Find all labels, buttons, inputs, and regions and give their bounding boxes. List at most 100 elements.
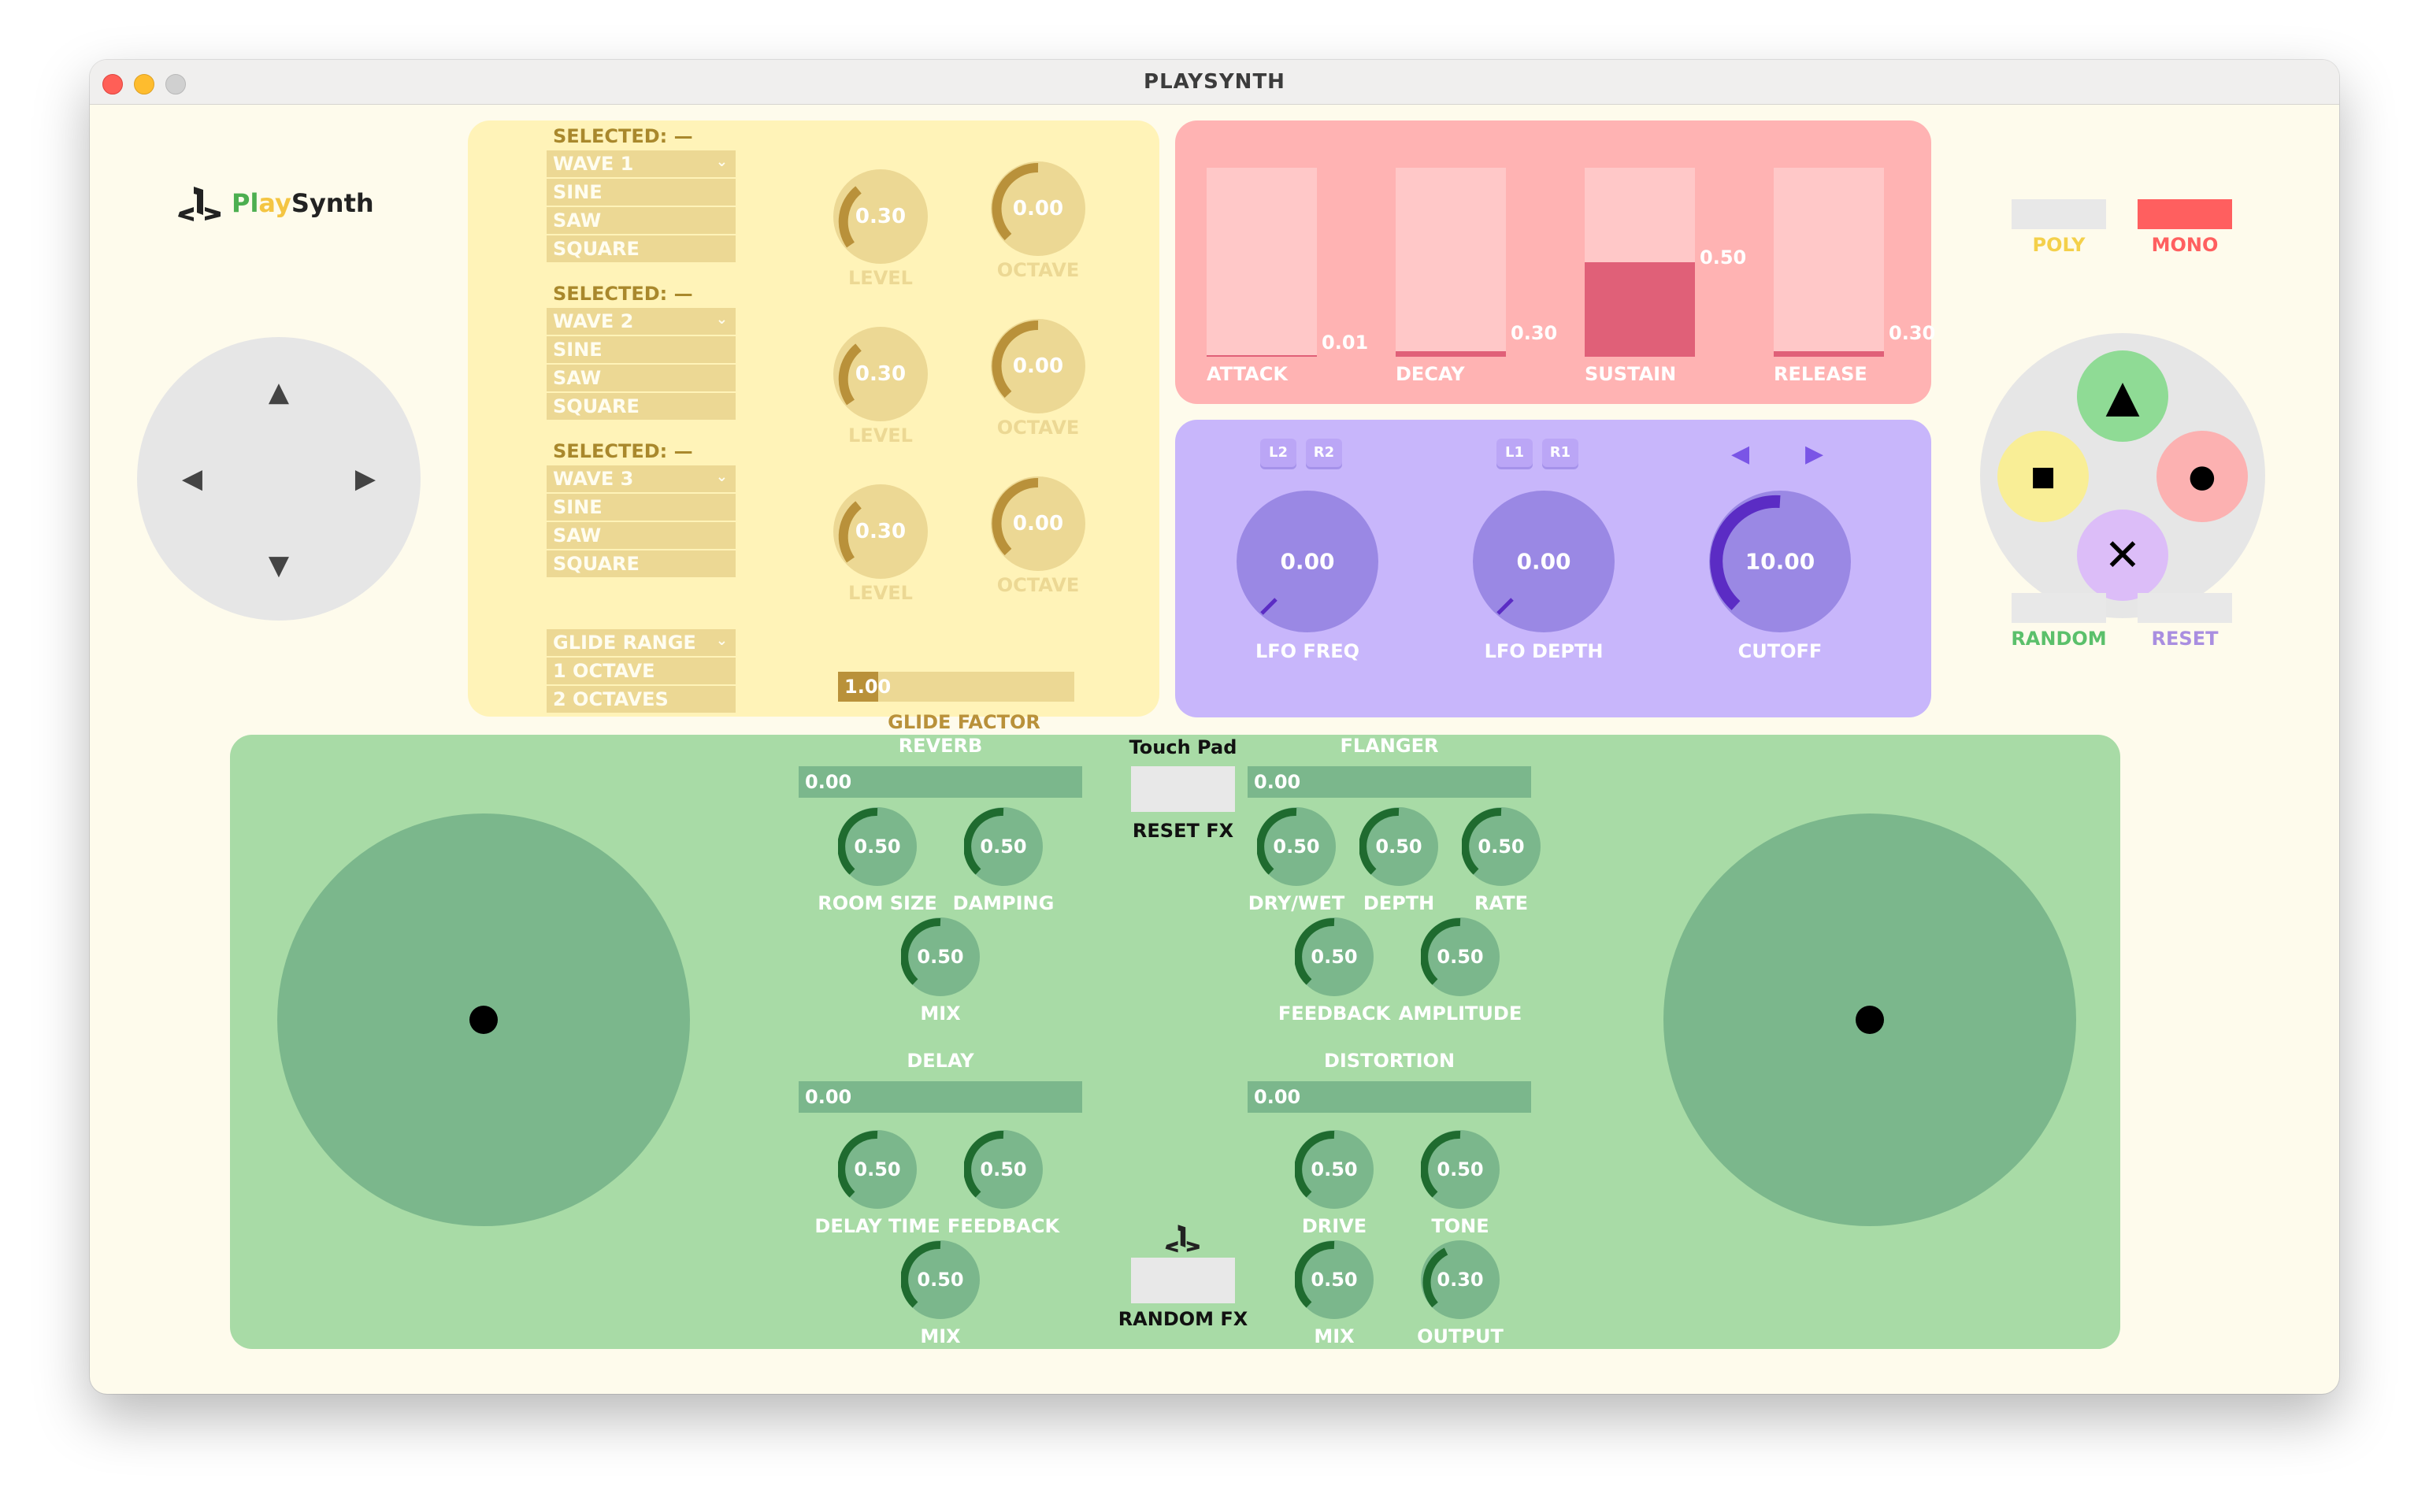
right-arrow-icon: ▶ (354, 463, 376, 495)
distortion-mix-value: 0.50 (1311, 1269, 1358, 1291)
damping-value: 0.50 (980, 836, 1027, 858)
random-button[interactable] (2012, 593, 2106, 623)
osc1-wave-header[interactable]: WAVE 1 ⌄ (547, 150, 736, 179)
lfo-freq-value: 0.00 (1280, 548, 1335, 575)
osc2-wave-select[interactable]: WAVE 2 ⌄ SINE SAW SQUARE (547, 308, 736, 421)
release-fill (1774, 350, 1884, 357)
left-arrow-icon: ◀ (1731, 440, 1750, 468)
sustain-slider[interactable] (1585, 168, 1695, 357)
osc2-wave-header[interactable]: WAVE 2 ⌄ (547, 308, 736, 336)
mono-button[interactable] (2138, 199, 2232, 229)
glide-range-select[interactable]: GLIDE RANGE ⌄ 1 OCTAVE 2 OCTAVES (547, 629, 736, 714)
osc2-option-saw[interactable]: SAW (547, 365, 736, 393)
reverb-mix-knob[interactable]: 0.50 (901, 917, 980, 996)
reverb-slider[interactable]: 0.00 (799, 766, 1082, 798)
flanger-rate-knob[interactable]: 0.50 (1462, 807, 1541, 886)
delay-mix-label: MIX (920, 1325, 961, 1347)
face-buttons: ▲ ■ ● ✕ (1980, 333, 2265, 618)
reset-fx-button[interactable] (1131, 766, 1235, 812)
flanger-slider[interactable]: 0.00 (1248, 766, 1531, 798)
l1-button[interactable]: L1 (1496, 439, 1533, 467)
square-button[interactable]: ■ (1997, 431, 2089, 522)
delay-feedback-knob[interactable]: 0.50 (964, 1130, 1043, 1209)
lfo-freq-knob[interactable]: 0.00 (1237, 491, 1378, 632)
delay-mix-knob[interactable]: 0.50 (901, 1240, 980, 1319)
cutoff-value: 10.00 (1745, 548, 1815, 575)
random-fx-button[interactable] (1131, 1258, 1235, 1303)
dpad-left-button[interactable]: ◀ (169, 455, 216, 502)
cross-button[interactable]: ✕ (2077, 510, 2168, 601)
lfo-depth-knob[interactable]: 0.00 (1473, 491, 1615, 632)
flanger-title: FLANGER (1340, 735, 1439, 757)
envelope-panel: 0.01 ATTACK 0.30 DECAY 0.50 SUSTAIN 0.30… (1175, 120, 1935, 404)
release-slider[interactable] (1774, 168, 1884, 357)
delay-feedback-value: 0.50 (980, 1158, 1027, 1180)
right-touch-pad[interactable] (1663, 813, 2076, 1226)
title-bar: PLAYSYNTH (90, 60, 2339, 105)
distortion-tone-knob[interactable]: 0.50 (1421, 1130, 1500, 1209)
reset-label: RESET (2151, 628, 2219, 650)
left-touch-pad[interactable] (277, 813, 690, 1226)
dpad-right-button[interactable]: ▶ (342, 455, 389, 502)
cutoff-left-button[interactable]: ◀ (1731, 440, 1749, 468)
distortion-drive-knob[interactable]: 0.50 (1295, 1130, 1374, 1209)
flanger-depth-knob[interactable]: 0.50 (1359, 807, 1438, 886)
osc3-octave-knob[interactable]: 0.00 (991, 476, 1085, 571)
osc2-level-knob[interactable]: 0.30 (833, 327, 928, 421)
flanger-amplitude-knob[interactable]: 0.50 (1421, 917, 1500, 996)
dpad-down-button[interactable]: ▼ (255, 542, 302, 589)
cutoff-right-button[interactable]: ▶ (1805, 440, 1823, 468)
app-window: PLAYSYNTH PlaySynth ▲ ▼ ◀ ▶ SELECTED: — … (90, 60, 2339, 1394)
sustain-value: 0.50 (1700, 246, 1747, 269)
osc3-option-sine[interactable]: SINE (547, 494, 736, 522)
dpad-up-button[interactable]: ▲ (255, 369, 302, 416)
dropdown-caret-icon: ⌄ (715, 311, 728, 328)
osc2-octave-knob[interactable]: 0.00 (991, 319, 1085, 413)
delay-slider[interactable]: 0.00 (799, 1081, 1082, 1113)
flanger-dry-wet-knob[interactable]: 0.50 (1257, 807, 1336, 886)
reverb-damping-knob[interactable]: 0.50 (964, 807, 1043, 886)
osc1-octave-knob[interactable]: 0.00 (991, 161, 1085, 256)
triangle-button[interactable]: ▲ (2077, 350, 2168, 442)
glide-option-2-octaves[interactable]: 2 OCTAVES (547, 686, 736, 714)
reset-button[interactable] (2138, 593, 2232, 623)
osc1-level-knob[interactable]: 0.30 (833, 169, 928, 264)
osc3-wave-header-text: WAVE 3 (553, 468, 634, 490)
osc1-wave-select[interactable]: WAVE 1 ⌄ SINE SAW SQUARE (547, 150, 736, 264)
r1-button[interactable]: R1 (1542, 439, 1578, 467)
reverb-room-size-knob[interactable]: 0.50 (838, 807, 917, 886)
osc1-option-saw[interactable]: SAW (547, 207, 736, 235)
osc3-wave-header[interactable]: WAVE 3 ⌄ (547, 465, 736, 494)
glide-factor-slider[interactable]: 1.00 (838, 672, 1074, 702)
sustain-label: SUSTAIN (1585, 363, 1677, 385)
sustain-fill (1585, 262, 1695, 357)
cutoff-knob[interactable]: 10.00 (1709, 491, 1851, 632)
osc1-option-square[interactable]: SQUARE (547, 235, 736, 264)
logo-text-synth: Synth (291, 188, 374, 218)
damping-label: DAMPING (952, 892, 1055, 914)
lfo-panel: L2 R2 0.00 LFO FREQ L1 R1 0.00 LFO DEPTH… (1175, 420, 1931, 717)
attack-slider[interactable] (1207, 168, 1317, 357)
distortion-mix-knob[interactable]: 0.50 (1295, 1240, 1374, 1319)
glide-option-1-octave[interactable]: 1 OCTAVE (547, 658, 736, 686)
osc1-level-value: 0.30 (855, 205, 907, 228)
osc1-option-sine[interactable]: SINE (547, 179, 736, 207)
distortion-slider[interactable]: 0.00 (1248, 1081, 1531, 1113)
r2-button[interactable]: R2 (1306, 439, 1342, 467)
osc2-option-square[interactable]: SQUARE (547, 393, 736, 421)
osc3-option-square[interactable]: SQUARE (547, 550, 736, 579)
osc2-option-sine[interactable]: SINE (547, 336, 736, 365)
flanger-feedback-knob[interactable]: 0.50 (1295, 917, 1374, 996)
delay-time-knob[interactable]: 0.50 (838, 1130, 917, 1209)
osc3-level-knob[interactable]: 0.30 (833, 484, 928, 579)
distortion-output-knob[interactable]: 0.30 (1421, 1240, 1500, 1319)
osc3-option-saw[interactable]: SAW (547, 522, 736, 550)
lfo-depth-label: LFO DEPTH (1484, 640, 1604, 662)
poly-button[interactable] (2012, 199, 2106, 229)
glide-factor-value: 1.00 (844, 676, 892, 698)
osc3-wave-select[interactable]: WAVE 3 ⌄ SINE SAW SQUARE (547, 465, 736, 579)
circle-button[interactable]: ● (2156, 431, 2248, 522)
decay-slider[interactable] (1396, 168, 1506, 357)
l2-button[interactable]: L2 (1260, 439, 1296, 467)
glide-range-header[interactable]: GLIDE RANGE ⌄ (547, 629, 736, 658)
